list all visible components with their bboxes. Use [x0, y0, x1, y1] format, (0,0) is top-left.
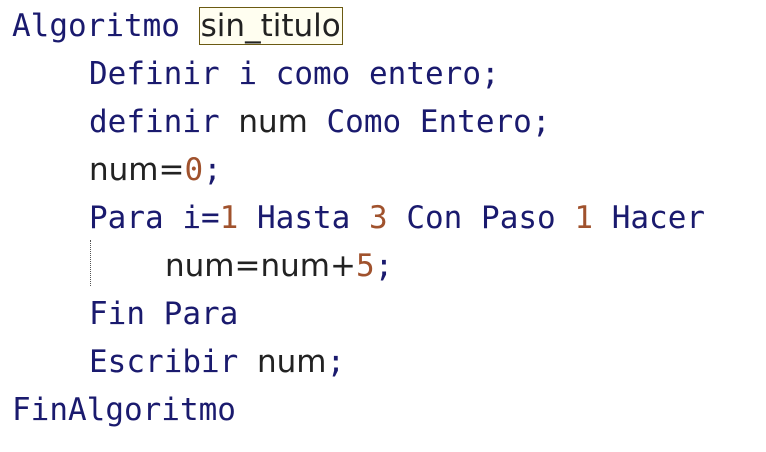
semicolon: ; — [203, 152, 222, 188]
keyword-algoritmo: Algoritmo — [12, 8, 180, 44]
code-line-3: definir num Como Entero; — [89, 102, 550, 142]
keyword-como: como — [275, 56, 351, 92]
indent-guide — [90, 240, 91, 286]
semicolon: ; — [480, 56, 500, 92]
code-line-6: num=num+5; — [165, 246, 393, 286]
code-line-8: Escribir num; — [89, 342, 345, 382]
semicolon: ; — [374, 248, 394, 284]
code-editor[interactable]: Algoritmo sin_titulo Definir i como ente… — [0, 0, 766, 452]
semicolon: ; — [326, 344, 346, 380]
keyword-como: Como — [326, 104, 402, 140]
number-literal: 1 — [219, 200, 239, 236]
keyword-hasta: Hasta — [257, 200, 351, 236]
variable-i: i — [238, 56, 257, 92]
algorithm-name-highlight[interactable]: sin_titulo — [198, 7, 343, 45]
code-line-4: num=0; — [89, 150, 222, 190]
variable-i: i — [182, 200, 201, 236]
number-literal: 3 — [369, 200, 388, 236]
code-line-9: FinAlgoritmo — [12, 390, 236, 430]
variable-num: num — [256, 344, 327, 380]
assign-operator: = — [234, 248, 261, 284]
keyword-definir: definir — [89, 104, 220, 140]
type-entero: Entero — [419, 104, 532, 140]
code-line-5: Para i=1 Hasta 3 Con Paso 1 Hacer — [89, 198, 705, 238]
keyword-hacer: Hacer — [611, 200, 706, 236]
keyword-con: Con — [406, 200, 463, 236]
code-line-1: Algoritmo sin_titulo — [12, 6, 343, 46]
keyword-finalgoritmo: FinAlgoritmo — [12, 392, 236, 428]
keyword-fin-para: Fin Para — [89, 296, 239, 332]
code-line-2: Definir i como entero; — [89, 54, 500, 94]
variable-num: num — [165, 248, 235, 284]
keyword-para: Para — [89, 200, 164, 236]
variable-num: num — [238, 104, 308, 140]
plus-operator: + — [329, 248, 356, 284]
number-literal: 0 — [184, 152, 204, 188]
number-literal: 1 — [574, 200, 594, 236]
keyword-paso: Paso — [481, 200, 556, 236]
keyword-definir: Definir — [89, 56, 220, 92]
type-entero: entero — [369, 56, 481, 92]
assign-operator: = — [158, 152, 185, 188]
assign-operator: = — [201, 200, 220, 236]
code-line-7: Fin Para — [89, 294, 238, 334]
variable-num: num — [260, 248, 330, 284]
semicolon: ; — [531, 104, 551, 140]
keyword-escribir: Escribir — [89, 344, 239, 380]
number-literal: 5 — [355, 248, 375, 284]
variable-num: num — [89, 152, 159, 188]
